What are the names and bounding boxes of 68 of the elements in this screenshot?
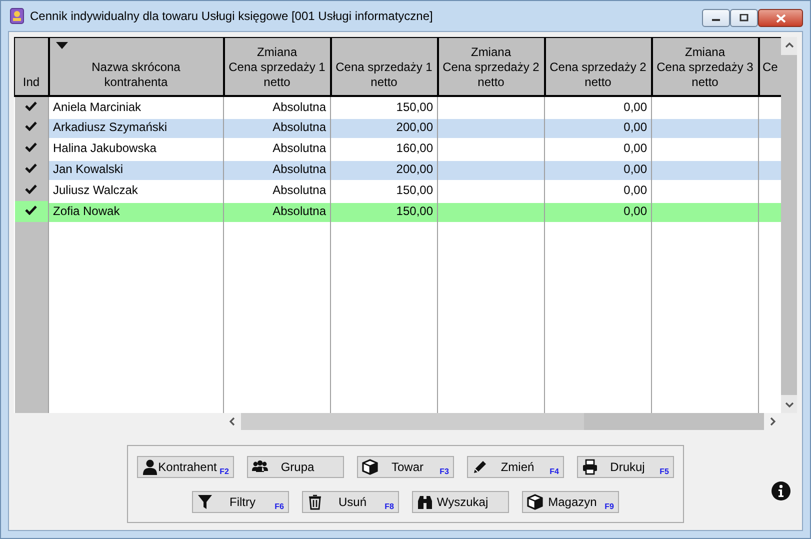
close-button[interactable] <box>758 9 803 27</box>
binoculars-icon <box>417 494 433 510</box>
filter-icon <box>197 494 213 510</box>
shortcut-key: F3 <box>440 467 449 476</box>
table-cell: 150,00 <box>396 204 433 218</box>
sort-arrow-icon[interactable] <box>56 42 68 49</box>
table-cell: Juliusz Walczak <box>53 183 138 197</box>
toolbar-button[interactable]: Towar F3 <box>357 456 454 478</box>
table-cell: Halina Jakubowska <box>53 141 156 155</box>
table-cell: Absolutna <box>272 204 326 218</box>
shortcut-key: F8 <box>384 502 394 511</box>
maximize-button[interactable] <box>730 9 758 27</box>
table-row[interactable]: Jan Kowalski Absolutna 200,00 0,00 <box>14 158 781 180</box>
scroll-down-icon[interactable] <box>784 402 794 408</box>
shortcut-key: F6 <box>274 502 284 511</box>
scrollbar-thumb[interactable] <box>584 413 764 430</box>
person-icon <box>142 459 158 475</box>
table-cell: 0,00 <box>624 100 647 114</box>
table-cell: 0,00 <box>624 120 647 134</box>
table-cell: 0,00 <box>624 141 647 155</box>
toolbar-button[interactable]: Filtry F6 <box>192 491 289 513</box>
info-icon[interactable] <box>771 481 791 501</box>
window-title: Cennik indywidualny dla towaru Usługi księgowe [001 Usługi informatyczne] <box>30 9 433 23</box>
maximize-icon <box>739 14 749 22</box>
toolbar-button[interactable]: Grupa <box>247 456 344 478</box>
table-cell: 200,00 <box>396 162 433 176</box>
table-cell: Absolutna <box>272 183 326 197</box>
printer-icon <box>582 459 598 475</box>
table-cell: Jan Kowalski <box>53 162 124 176</box>
table-cell: 200,00 <box>396 120 433 134</box>
scroll-up-icon[interactable] <box>784 42 794 48</box>
toolbar-button[interactable]: Usuń F8 <box>302 491 399 513</box>
minimize-button[interactable] <box>702 9 730 27</box>
column-header[interactable]: Ce <box>762 60 778 74</box>
table-cell: 0,00 <box>624 183 647 197</box>
column-header[interactable]: Ind <box>22 74 40 90</box>
shortcut-key: F4 <box>550 467 559 476</box>
close-icon <box>776 14 786 22</box>
scroll-right-icon[interactable] <box>770 417 776 426</box>
table-cell: Zofia Nowak <box>53 204 120 218</box>
table-cell: Absolutna <box>272 162 326 176</box>
table-row[interactable]: Zofia Nowak Absolutna 150,00 0,00 <box>14 200 781 222</box>
table-cell: Absolutna <box>272 100 326 114</box>
table-cell: Absolutna <box>272 120 326 134</box>
shortcut-key: F5 <box>660 467 669 476</box>
toolbar-button[interactable]: Wyszukaj <box>412 491 509 513</box>
table-cell: 0,00 <box>624 204 647 218</box>
table-cell: Arkadiusz Szymański <box>53 120 168 134</box>
table-row[interactable]: Arkadiusz Szymański Absolutna 200,00 0,00 <box>14 116 781 138</box>
pencil-icon <box>472 459 488 475</box>
toolbar-button[interactable]: Magazyn F9 <box>522 491 619 513</box>
table-cell: 150,00 <box>396 100 433 114</box>
scroll-left-icon[interactable] <box>229 417 235 426</box>
people-icon <box>252 459 268 475</box>
shortcut-key: F2 <box>220 467 229 476</box>
toolbar-button[interactable]: Zmień F4 <box>467 456 564 478</box>
table-cell: 0,00 <box>624 162 647 176</box>
box-icon <box>362 459 378 475</box>
trash-icon <box>307 494 323 510</box>
table-cell: 160,00 <box>396 141 433 155</box>
app-icon <box>10 8 24 24</box>
table-cell: Absolutna <box>272 141 326 155</box>
box-icon <box>527 494 543 510</box>
table-cell: 150,00 <box>396 183 433 197</box>
shortcut-key: F9 <box>604 502 614 511</box>
table-cell: Aniela Marciniak <box>53 100 142 114</box>
toolbar-button[interactable]: Kontrahent F2 <box>137 456 234 478</box>
toolbar-button[interactable]: Drukuj F5 <box>577 456 674 478</box>
